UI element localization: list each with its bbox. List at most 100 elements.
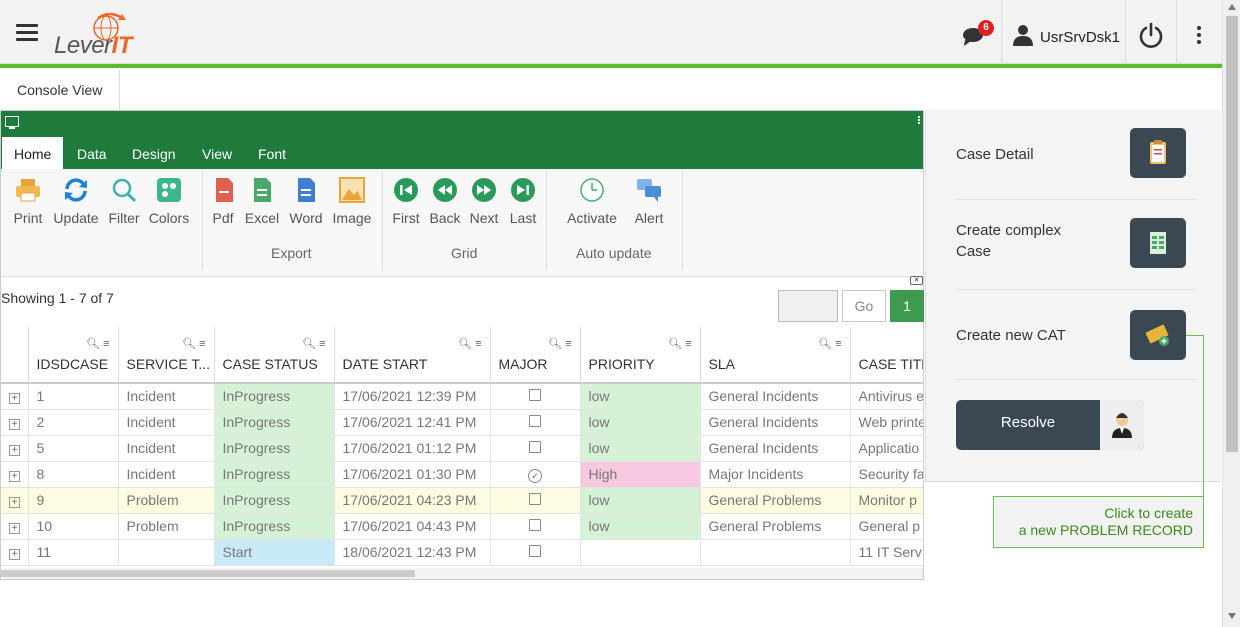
filter-button[interactable]: Filter	[107, 177, 141, 226]
create-complex-case-button[interactable]	[1130, 218, 1186, 268]
alert-button[interactable]: Alert	[631, 177, 667, 226]
expand-icon[interactable]: +	[9, 419, 20, 430]
column-search-menu-icon[interactable]: 🔍︎ ≡	[302, 337, 325, 350]
table-row[interactable]: +2 Incident InProgress 17/06/2021 12:41 PM l…	[1, 409, 923, 436]
cell-case-title: Monitor p	[850, 487, 923, 514]
tab-console-view[interactable]: Console View	[0, 70, 120, 110]
table-row[interactable]: +9 Problem InProgress 17/06/2021 04:23 PM lo…	[1, 487, 923, 514]
case-detail-action[interactable]: Case Detail	[956, 128, 1196, 200]
row-expander-cell[interactable]: +	[1, 435, 29, 462]
major-checkbox[interactable]	[529, 389, 541, 402]
ribbon-tab-data[interactable]: Data	[77, 137, 107, 169]
cell-priority: low	[580, 487, 701, 514]
expand-icon[interactable]: +	[9, 445, 20, 456]
cell-idsdcase: 8	[28, 461, 119, 488]
ribbon-tab-font[interactable]: Font	[258, 137, 286, 169]
column-header-service-type[interactable]: 🔍︎ ≡ SERVICE T...	[118, 327, 215, 384]
go-button[interactable]: Go	[842, 290, 886, 322]
cell-sla: Major Incidents	[700, 461, 851, 488]
next-button[interactable]: Next	[468, 177, 500, 226]
resolve-button[interactable]: Resolve	[956, 400, 1144, 450]
column-header-major[interactable]: 🔍︎ ≡ MAJOR	[490, 327, 581, 384]
ribbon-tab-view[interactable]: View	[202, 137, 232, 169]
column-search-menu-icon[interactable]: 🔍︎ ≡	[668, 337, 691, 350]
ribbon-tab-design[interactable]: Design	[132, 137, 176, 169]
column-header-case-title[interactable]: CASE TITLE	[850, 327, 923, 384]
column-search-menu-icon[interactable]: 🔍︎ ≡	[548, 337, 571, 350]
major-checkbox[interactable]	[529, 545, 541, 557]
expand-icon[interactable]: +	[9, 471, 20, 482]
row-expander-cell[interactable]: +	[1, 409, 29, 436]
vertical-scrollbar[interactable]	[1222, 0, 1240, 627]
word-button[interactable]: Word	[288, 177, 324, 226]
major-checkbox[interactable]	[529, 493, 541, 505]
ribbon-tab-home[interactable]: Home	[2, 137, 64, 169]
current-page-button[interactable]: 1	[890, 290, 924, 322]
scroll-down-icon[interactable]	[1228, 613, 1236, 619]
row-expander-cell[interactable]: +	[1, 539, 29, 566]
row-expander-cell[interactable]: +	[1, 383, 29, 410]
page-number-input[interactable]	[778, 290, 838, 322]
row-expander-cell[interactable]: +	[1, 461, 29, 488]
table-row[interactable]: +11 Start 18/06/2021 12:43 PM 11 IT Serv	[1, 539, 923, 566]
leverit-logo[interactable]: LeverIT	[54, 10, 140, 59]
expand-icon[interactable]: +	[9, 523, 20, 534]
back-button[interactable]: Back	[429, 177, 461, 226]
column-header-date-start[interactable]: 🔍︎ ≡ DATE START	[334, 327, 491, 384]
cell-case-title: Web printe	[850, 409, 923, 436]
major-checkbox[interactable]	[529, 441, 541, 453]
scrollbar-thumb[interactable]	[1, 570, 415, 577]
table-row[interactable]: +1 Incident InProgress 17/06/2021 12:39 PM l…	[1, 383, 923, 410]
major-checkbox[interactable]	[529, 519, 541, 531]
major-checked-icon[interactable]: ✓	[528, 468, 542, 483]
column-search-menu-icon[interactable]: 🔍︎ ≡	[182, 337, 205, 350]
expand-icon[interactable]: +	[9, 549, 20, 560]
clear-filter-icon[interactable]: ✕	[910, 276, 923, 285]
horizontal-scrollbar[interactable]	[1, 568, 923, 579]
record-count: Showing 1 - 7 of 7	[1, 290, 114, 306]
image-button[interactable]: Image	[332, 177, 372, 226]
table-row[interactable]: +5 Incident InProgress 17/06/2021 01:12 PM l…	[1, 435, 923, 462]
column-search-menu-icon[interactable]: 🔍︎ ≡	[458, 337, 481, 350]
cell-case-status: InProgress	[214, 513, 335, 540]
last-page-icon	[511, 178, 535, 202]
row-expander-cell[interactable]: +	[1, 487, 29, 514]
cell-case-title: Antivirus e	[850, 383, 923, 410]
power-icon[interactable]	[1138, 22, 1164, 48]
expand-icon[interactable]: +	[9, 497, 20, 508]
last-button[interactable]: Last	[507, 177, 539, 226]
table-row[interactable]: +8 Incident InProgress 17/06/2021 01:30 PM ✓…	[1, 461, 923, 488]
scroll-up-icon[interactable]	[1228, 4, 1236, 10]
expand-icon[interactable]: +	[9, 393, 20, 405]
column-search-menu-icon[interactable]: 🔍︎ ≡	[86, 337, 109, 350]
major-checkbox[interactable]	[529, 415, 541, 427]
column-header-idsdcase[interactable]: 🔍︎ ≡ IDSDCASE	[28, 327, 119, 384]
update-button[interactable]: Update	[52, 177, 100, 226]
tooltip-connector	[1203, 335, 1204, 497]
print-button[interactable]: Print	[11, 177, 45, 226]
first-button[interactable]: First	[391, 177, 421, 226]
create-cat-button[interactable]	[1130, 310, 1186, 360]
excel-button[interactable]: Excel	[244, 177, 280, 226]
case-detail-button[interactable]	[1130, 128, 1186, 178]
cell-idsdcase: 1	[28, 383, 119, 410]
column-header-sla[interactable]: 🔍︎ ≡ SLA	[700, 327, 851, 384]
pdf-button[interactable]: Pdf	[211, 177, 235, 226]
cell-service-type: Problem	[118, 487, 215, 514]
column-search-menu-icon[interactable]: 🔍︎ ≡	[818, 337, 841, 350]
colors-button[interactable]: Colors	[148, 177, 190, 226]
ribbon-more-icon[interactable]	[918, 116, 921, 125]
user-icon[interactable]	[1012, 24, 1034, 46]
create-complex-case-action[interactable]: Create complex Case	[956, 218, 1196, 290]
user-name[interactable]: UsrSrvDsk1	[1040, 29, 1120, 46]
activate-button[interactable]: Activate	[565, 177, 619, 226]
menu-icon[interactable]	[16, 24, 38, 42]
table-row[interactable]: +10 Problem InProgress 17/06/2021 04:43 PM l…	[1, 513, 923, 540]
create-cat-action[interactable]: Create new CAT	[956, 310, 1196, 380]
row-expander-cell[interactable]: +	[1, 513, 29, 540]
column-header-priority[interactable]: 🔍︎ ≡ PRIORITY	[580, 327, 701, 384]
column-header-case-status[interactable]: 🔍︎ ≡ CASE STATUS	[214, 327, 335, 384]
cell-sla: General Problems	[700, 487, 851, 514]
more-options-icon[interactable]	[1197, 26, 1203, 44]
scrollbar-thumb[interactable]	[1226, 16, 1238, 452]
